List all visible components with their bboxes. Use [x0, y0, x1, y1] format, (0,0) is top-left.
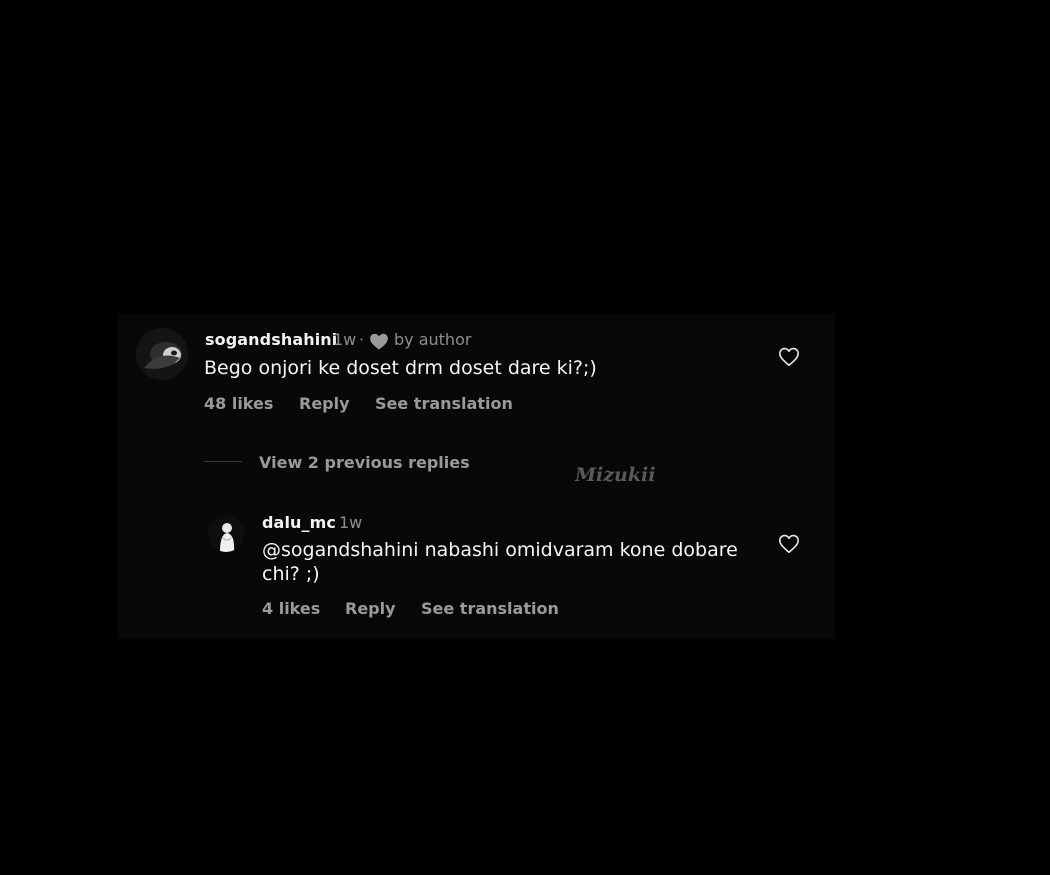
reply-reply-button[interactable]: Reply	[345, 599, 396, 618]
profile-photo	[136, 328, 188, 380]
liked-by-author-label: by author	[394, 330, 472, 349]
view-previous-replies-button[interactable]: View 2 previous replies	[259, 453, 470, 472]
comment-username[interactable]: sogandshahini	[205, 330, 337, 349]
comments-panel: sogandshahini 1w · by author Bego onjori…	[118, 314, 835, 639]
comment-reply-button[interactable]: Reply	[299, 394, 350, 413]
comment-text: Bego onjori ke doset drm doset dare ki?;…	[204, 357, 597, 379]
reply-like-heart-icon[interactable]	[778, 533, 800, 555]
reply-avatar[interactable]	[208, 516, 244, 552]
comment-time: 1w	[333, 330, 357, 349]
reply-time: 1w	[339, 513, 363, 532]
reply-text-line-1: @sogandshahini nabashi omidvaram kone do…	[262, 539, 738, 561]
comment-like-heart-icon[interactable]	[778, 346, 800, 368]
comment-see-translation-button[interactable]: See translation	[375, 394, 513, 413]
liked-by-author-heart-icon	[369, 333, 389, 350]
replies-divider-line	[204, 461, 242, 462]
reply-likes-count[interactable]: 4 likes	[262, 599, 320, 618]
reply-text-line-2: chi? ;)	[262, 563, 320, 585]
meta-separator: ·	[359, 330, 365, 349]
profile-photo	[208, 516, 244, 552]
reply-username[interactable]: dalu_mc	[262, 513, 336, 532]
watermark-text: Mizukii	[575, 464, 656, 486]
comment-avatar[interactable]	[136, 328, 188, 380]
comment-likes-count[interactable]: 48 likes	[204, 394, 273, 413]
reply-see-translation-button[interactable]: See translation	[421, 599, 559, 618]
